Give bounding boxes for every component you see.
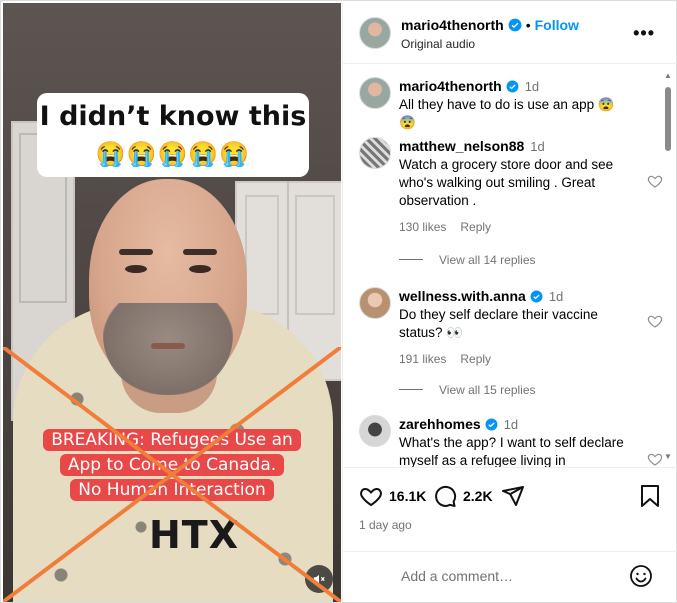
comment-text: What's the app? I want to self declare m… (399, 435, 624, 467)
comment-likes[interactable]: 130 likes (399, 220, 446, 234)
comment-item: wellness.with.anna 1d Do they self declar… (359, 287, 663, 368)
view-replies-button[interactable]: View all 14 replies (399, 253, 536, 267)
follow-button[interactable]: Follow (535, 17, 579, 33)
post-viewer: HTX I didn’t know this 😭😭😭😭😭 BREAKING: R… (0, 0, 677, 603)
reply-button[interactable]: Reply (460, 220, 491, 234)
likes-count[interactable]: 16.1K (389, 488, 426, 504)
video-eye (125, 265, 147, 273)
share-paper-plane-icon[interactable] (501, 484, 525, 508)
comment-text: All they have to do is use an app 😨 😨 (399, 97, 615, 130)
author-avatar[interactable] (359, 17, 391, 49)
post-header: mario4thenorth • Follow Original audio ••• (343, 3, 677, 64)
comment-avatar[interactable] (359, 415, 391, 447)
author-row: mario4thenorth • Follow (401, 17, 579, 35)
comment-meta: 130 likes Reply (399, 218, 625, 236)
comment-time: 1d (524, 79, 540, 94)
verified-badge-icon (485, 418, 498, 431)
comment-likes[interactable]: 191 likes (399, 352, 446, 366)
author-username[interactable]: mario4thenorth (401, 17, 504, 33)
post-actions: 16.1K 2.2K 1 day ago (343, 467, 677, 557)
replies-divider (399, 259, 423, 260)
emoji-smiley-icon[interactable] (629, 564, 653, 588)
comment-bubble-icon[interactable] (433, 484, 457, 508)
scrollbar-thumb[interactable] (665, 87, 671, 151)
comment-username[interactable]: mario4thenorth (399, 78, 502, 94)
video-caption-emojis: 😭😭😭😭😭 (87, 137, 259, 175)
comment-item: zarehhomes 1d What's the app? I want to s… (359, 415, 663, 467)
bookmark-icon[interactable] (639, 484, 661, 508)
video-door-panel (245, 195, 279, 315)
view-replies-button[interactable]: View all 15 replies (399, 383, 536, 397)
comment-avatar[interactable] (359, 287, 391, 319)
replies-divider (399, 389, 423, 390)
video-door-panel (295, 195, 335, 315)
comment-text: Do they self declare their vaccine statu… (399, 307, 598, 340)
like-action[interactable]: 16.1K (359, 484, 426, 508)
comments-scrollbar[interactable]: ▲ ▼ (664, 71, 672, 461)
comment-body: zarehhomes 1d What's the app? I want to s… (399, 415, 625, 467)
comments-count[interactable]: 2.2K (463, 488, 493, 504)
comment-action[interactable]: 2.2K (433, 484, 493, 508)
comment-body: matthew_nelson88 1d Watch a grocery store… (399, 137, 625, 236)
audio-label[interactable]: Original audio (401, 37, 475, 51)
x-cross-overlay (3, 347, 341, 602)
reply-button[interactable]: Reply (460, 352, 491, 366)
comment-username[interactable]: wellness.with.anna (399, 288, 526, 304)
heart-outline-icon[interactable] (647, 451, 663, 467)
scroll-down-arrow-icon[interactable]: ▼ (664, 452, 672, 461)
comment-body: mario4thenorth 1d All they have to do is … (399, 77, 625, 132)
separator-dot: • (525, 17, 531, 33)
posted-time[interactable]: 1 day ago (359, 518, 412, 532)
comment-username[interactable]: zarehhomes (399, 416, 481, 432)
verified-badge-icon (508, 18, 522, 32)
more-options-button[interactable]: ••• (633, 23, 655, 44)
heart-outline-icon[interactable] (647, 313, 663, 329)
comment-input[interactable] (401, 564, 621, 588)
comment-time: 1d (530, 139, 545, 154)
scroll-up-arrow-icon[interactable]: ▲ (664, 71, 672, 80)
view-replies-label: View all 15 replies (439, 383, 536, 397)
comment-body: wellness.with.anna 1d Do they self declar… (399, 287, 625, 368)
share-action[interactable] (501, 484, 525, 508)
post-side-panel: mario4thenorth • Follow Original audio •••… (342, 3, 677, 602)
comment-time: 1d (548, 289, 564, 304)
verified-badge-icon (530, 290, 543, 303)
video-brow (183, 249, 217, 255)
comment-avatar[interactable] (359, 137, 391, 169)
view-replies-label: View all 14 replies (439, 253, 536, 267)
comment-meta: 191 likes Reply (399, 350, 625, 368)
comment-text: Watch a grocery store door and see who's… (399, 157, 614, 208)
heart-outline-icon[interactable] (647, 173, 663, 189)
comment-avatar[interactable] (359, 77, 391, 109)
video-caption-top: I didn’t know this (39, 101, 307, 132)
comment-username[interactable]: matthew_nelson88 (399, 138, 524, 154)
comment-time: 1d (503, 417, 519, 432)
verified-badge-icon (506, 80, 519, 93)
comment-composer (343, 551, 677, 602)
comments-list: mario4thenorth 1d All they have to do is … (343, 65, 677, 467)
video-eye (189, 265, 211, 273)
video-brow (119, 249, 153, 255)
comment-item: mario4thenorth 1d All they have to do is … (359, 77, 659, 130)
save-action[interactable] (639, 484, 661, 508)
heart-outline-icon[interactable] (359, 484, 383, 508)
comment-item: matthew_nelson88 1d Watch a grocery store… (359, 137, 663, 237)
